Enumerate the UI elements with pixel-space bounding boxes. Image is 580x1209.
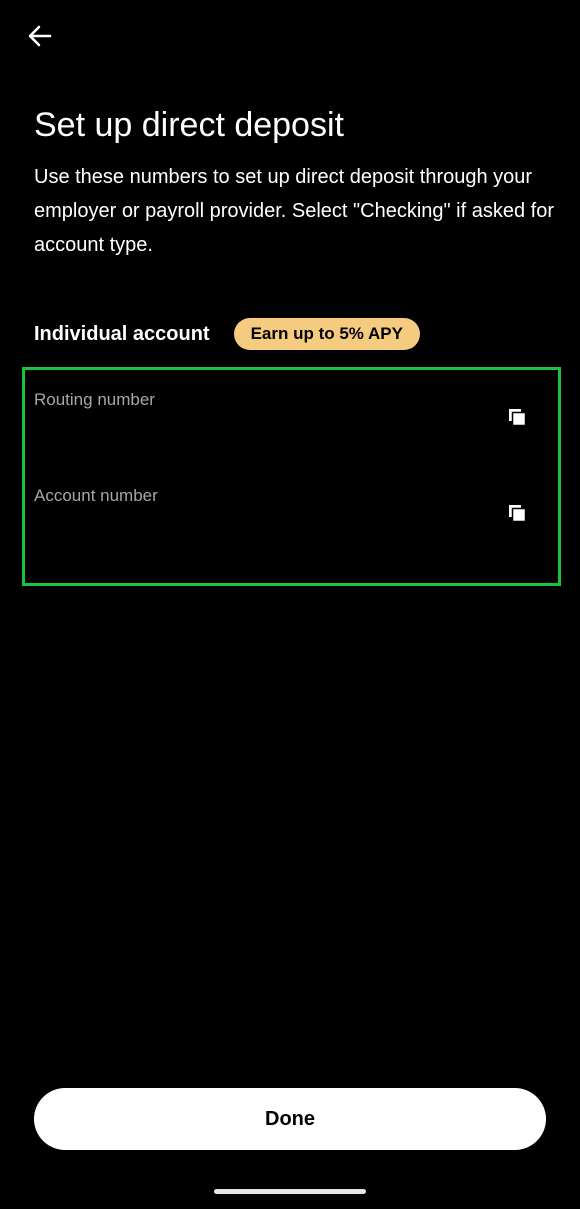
copy-account-number-button[interactable] [505, 501, 531, 527]
account-type-label: Individual account [34, 322, 210, 345]
account-numbers-section: Routing number Account number [22, 367, 561, 586]
done-button[interactable]: Done [34, 1088, 546, 1150]
copy-icon [509, 505, 527, 523]
home-indicator[interactable] [214, 1189, 366, 1194]
copy-routing-number-button[interactable] [505, 405, 531, 431]
account-number-label: Account number [34, 486, 158, 505]
routing-number-label: Routing number [34, 390, 155, 409]
arrow-left-icon [28, 25, 52, 47]
back-button[interactable] [22, 18, 58, 54]
copy-icon [509, 409, 527, 427]
page-title: Set up direct deposit [34, 106, 344, 144]
page-description: Use these numbers to set up direct depos… [34, 166, 554, 256]
account-header: Individual account Earn up to 5% APY [34, 317, 420, 351]
apy-badge: Earn up to 5% APY [233, 318, 420, 350]
